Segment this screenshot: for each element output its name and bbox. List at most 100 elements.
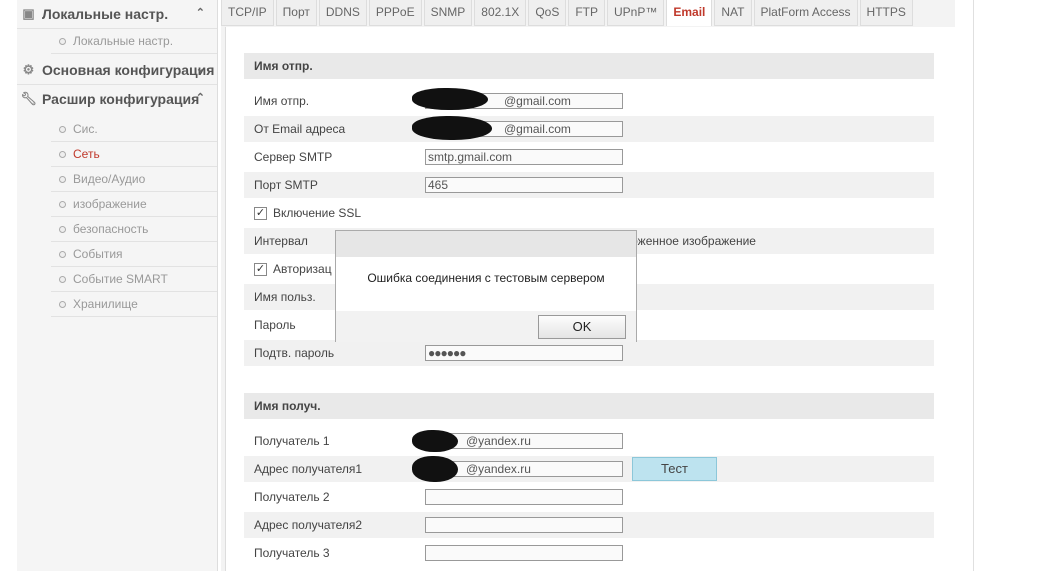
receiver-section-header: Имя получ. [244,393,934,419]
receiver3-row: Получатель 3 [244,540,934,566]
sender-section-header: Имя отпр. [244,53,934,79]
checkbox-label: Включение SSL [273,206,362,220]
smtp-server-row: Сервер SMTP smtp.gmail.com [244,144,934,170]
sidebar-item[interactable]: изображение [51,192,217,217]
dialog-message: Ошибка соединения с тестовым сервером [367,271,605,285]
bullet-icon [59,150,66,158]
redaction-scribble [412,88,488,110]
receiver2-input[interactable] [425,489,623,505]
redaction-scribble [412,116,492,140]
tab-pppoe[interactable]: PPPoE [368,0,422,26]
bullet-icon [59,300,66,308]
sidebar-item-label: изображение [73,197,147,211]
wrench-icon: 🔧︎ [20,91,37,106]
bullet-icon [59,37,66,45]
sidebar-item-local[interactable]: Локальные настр. [51,29,217,54]
smtp-port-row: Порт SMTP 465 [244,172,934,198]
gear-icon: ⚙ [22,62,35,77]
bullet-icon [59,175,66,183]
sidebar-group-advanced[interactable]: 🔧︎ Расшир конфигурация ⌃ [17,85,217,113]
sidebar-item-label: События [73,247,123,261]
field-label: Имя польз. [254,290,316,304]
sidebar-group-label: Локальные настр. [42,6,169,22]
monitor-icon: ▣ [22,6,35,21]
field-label: Получатель 3 [254,546,330,560]
field-label: Адрес получателя2 [254,518,363,532]
sidebar-item-label: Локальные настр. [73,34,174,48]
sidebar-item[interactable]: Сеть [51,142,217,167]
field-label: Имя отпр. [254,94,310,108]
chevron-down-icon: ⌄ [195,63,205,75]
tab-bar: TCP/IP Порт DDNS PPPoE SNMP 802.1X QoS FTP UPnP™… [221,0,915,27]
sidebar-item[interactable]: Событие SMART [51,267,217,292]
tab-platform-access[interactable]: PlatForm Access [753,0,858,26]
address1-row: Адрес получателя1 @yandex.ru Тест [244,456,934,482]
receiver3-input[interactable] [425,545,623,561]
redaction-scribble [412,430,458,452]
sender-name-row: Имя отпр. @gmail.com [244,88,934,114]
checkbox-label: Авторизац [273,262,332,276]
sidebar-item-label: Видео/Аудио [73,172,146,186]
field-label: Порт SMTP [254,178,318,192]
dialog-title-bar[interactable] [336,231,636,257]
tab-tcp-ip[interactable]: TCP/IP [221,0,274,26]
bullet-icon [59,200,66,208]
sidebar-item[interactable]: Хранилище [51,292,217,317]
tab--[interactable]: Порт [275,0,317,26]
field-label: Получатель 1 [254,434,330,448]
ssl-row: ✓ Включение SSL [244,200,934,226]
bullet-icon [59,250,66,258]
receiver1-row: Получатель 1 @yandex.ru [244,428,934,454]
sidebar-item[interactable]: События [51,242,217,267]
field-label: Пароль [254,318,296,332]
sidebar-group-local[interactable]: ▣ Локальные настр. ⌃ [17,0,217,29]
chevron-up-icon: ⌃ [195,7,205,19]
sidebar-item-label: Сис. [73,122,98,136]
error-dialog: Ошибка соединения с тестовым сервером OK [335,230,637,342]
tab-ddns[interactable]: DDNS [318,0,367,26]
tab-upnp-[interactable]: UPnP™ [607,0,665,26]
test-button[interactable]: Тест [632,457,717,481]
ok-button[interactable]: OK [538,315,626,339]
sidebar-advanced-items: Сис. Сеть Видео/Аудио изображение безопаснос… [17,117,217,317]
tab-snmp[interactable]: SNMP [423,0,473,26]
sidebar-group-label: Расшир конфигурация [42,91,200,107]
sidebar-item-label: Сеть [73,147,100,161]
tab-email[interactable]: Email [666,0,713,26]
field-label: Интервал [254,234,308,248]
tab-https[interactable]: HTTPS [859,0,913,26]
address2-input[interactable] [425,517,623,533]
field-label: Подтв. пароль [254,346,335,360]
tab-802-1x[interactable]: 802.1X [474,0,527,26]
auth-checkbox[interactable]: ✓ [254,263,267,276]
smtp-port-input[interactable]: 465 [425,177,623,193]
field-label: Получатель 2 [254,490,330,504]
bullet-icon [59,225,66,233]
sidebar-group-label: Основная конфигурация [42,62,215,78]
sidebar: ▣ Локальные настр. ⌃ Локальные настр. ⚙ … [17,0,218,571]
sidebar-item-label: Хранилище [73,297,138,311]
tab-ftp[interactable]: FTP [568,0,606,26]
confirm-password-row: Подтв. пароль ●●●●●● [244,340,934,366]
attach-image-label: ложенное изображение [624,234,756,248]
address2-row: Адрес получателя2 [244,512,934,538]
bullet-icon [59,275,66,283]
sidebar-item-label: безопасность [73,222,149,236]
confirm-password-input[interactable]: ●●●●●● [425,345,623,361]
field-label: Сервер SMTP [254,150,333,164]
ssl-checkbox[interactable]: ✓ [254,207,267,220]
sidebar-item[interactable]: безопасность [51,217,217,242]
tab-nat[interactable]: NAT [714,0,752,26]
smtp-server-input[interactable]: smtp.gmail.com [425,149,623,165]
sidebar-item[interactable]: Видео/Аудио [51,167,217,192]
redaction-scribble [412,456,458,482]
sidebar-item-label: Событие SMART [73,272,168,286]
field-label: От Email адреса [254,122,346,136]
sidebar-item[interactable]: Сис. [51,117,217,142]
sidebar-group-basic[interactable]: ⚙ Основная конфигурация ⌄ [17,56,217,85]
field-label: Адрес получателя1 [254,462,363,476]
receiver2-row: Получатель 2 [244,484,934,510]
page-border [973,0,974,571]
tab-qos[interactable]: QoS [528,0,567,26]
bullet-icon [59,125,66,133]
